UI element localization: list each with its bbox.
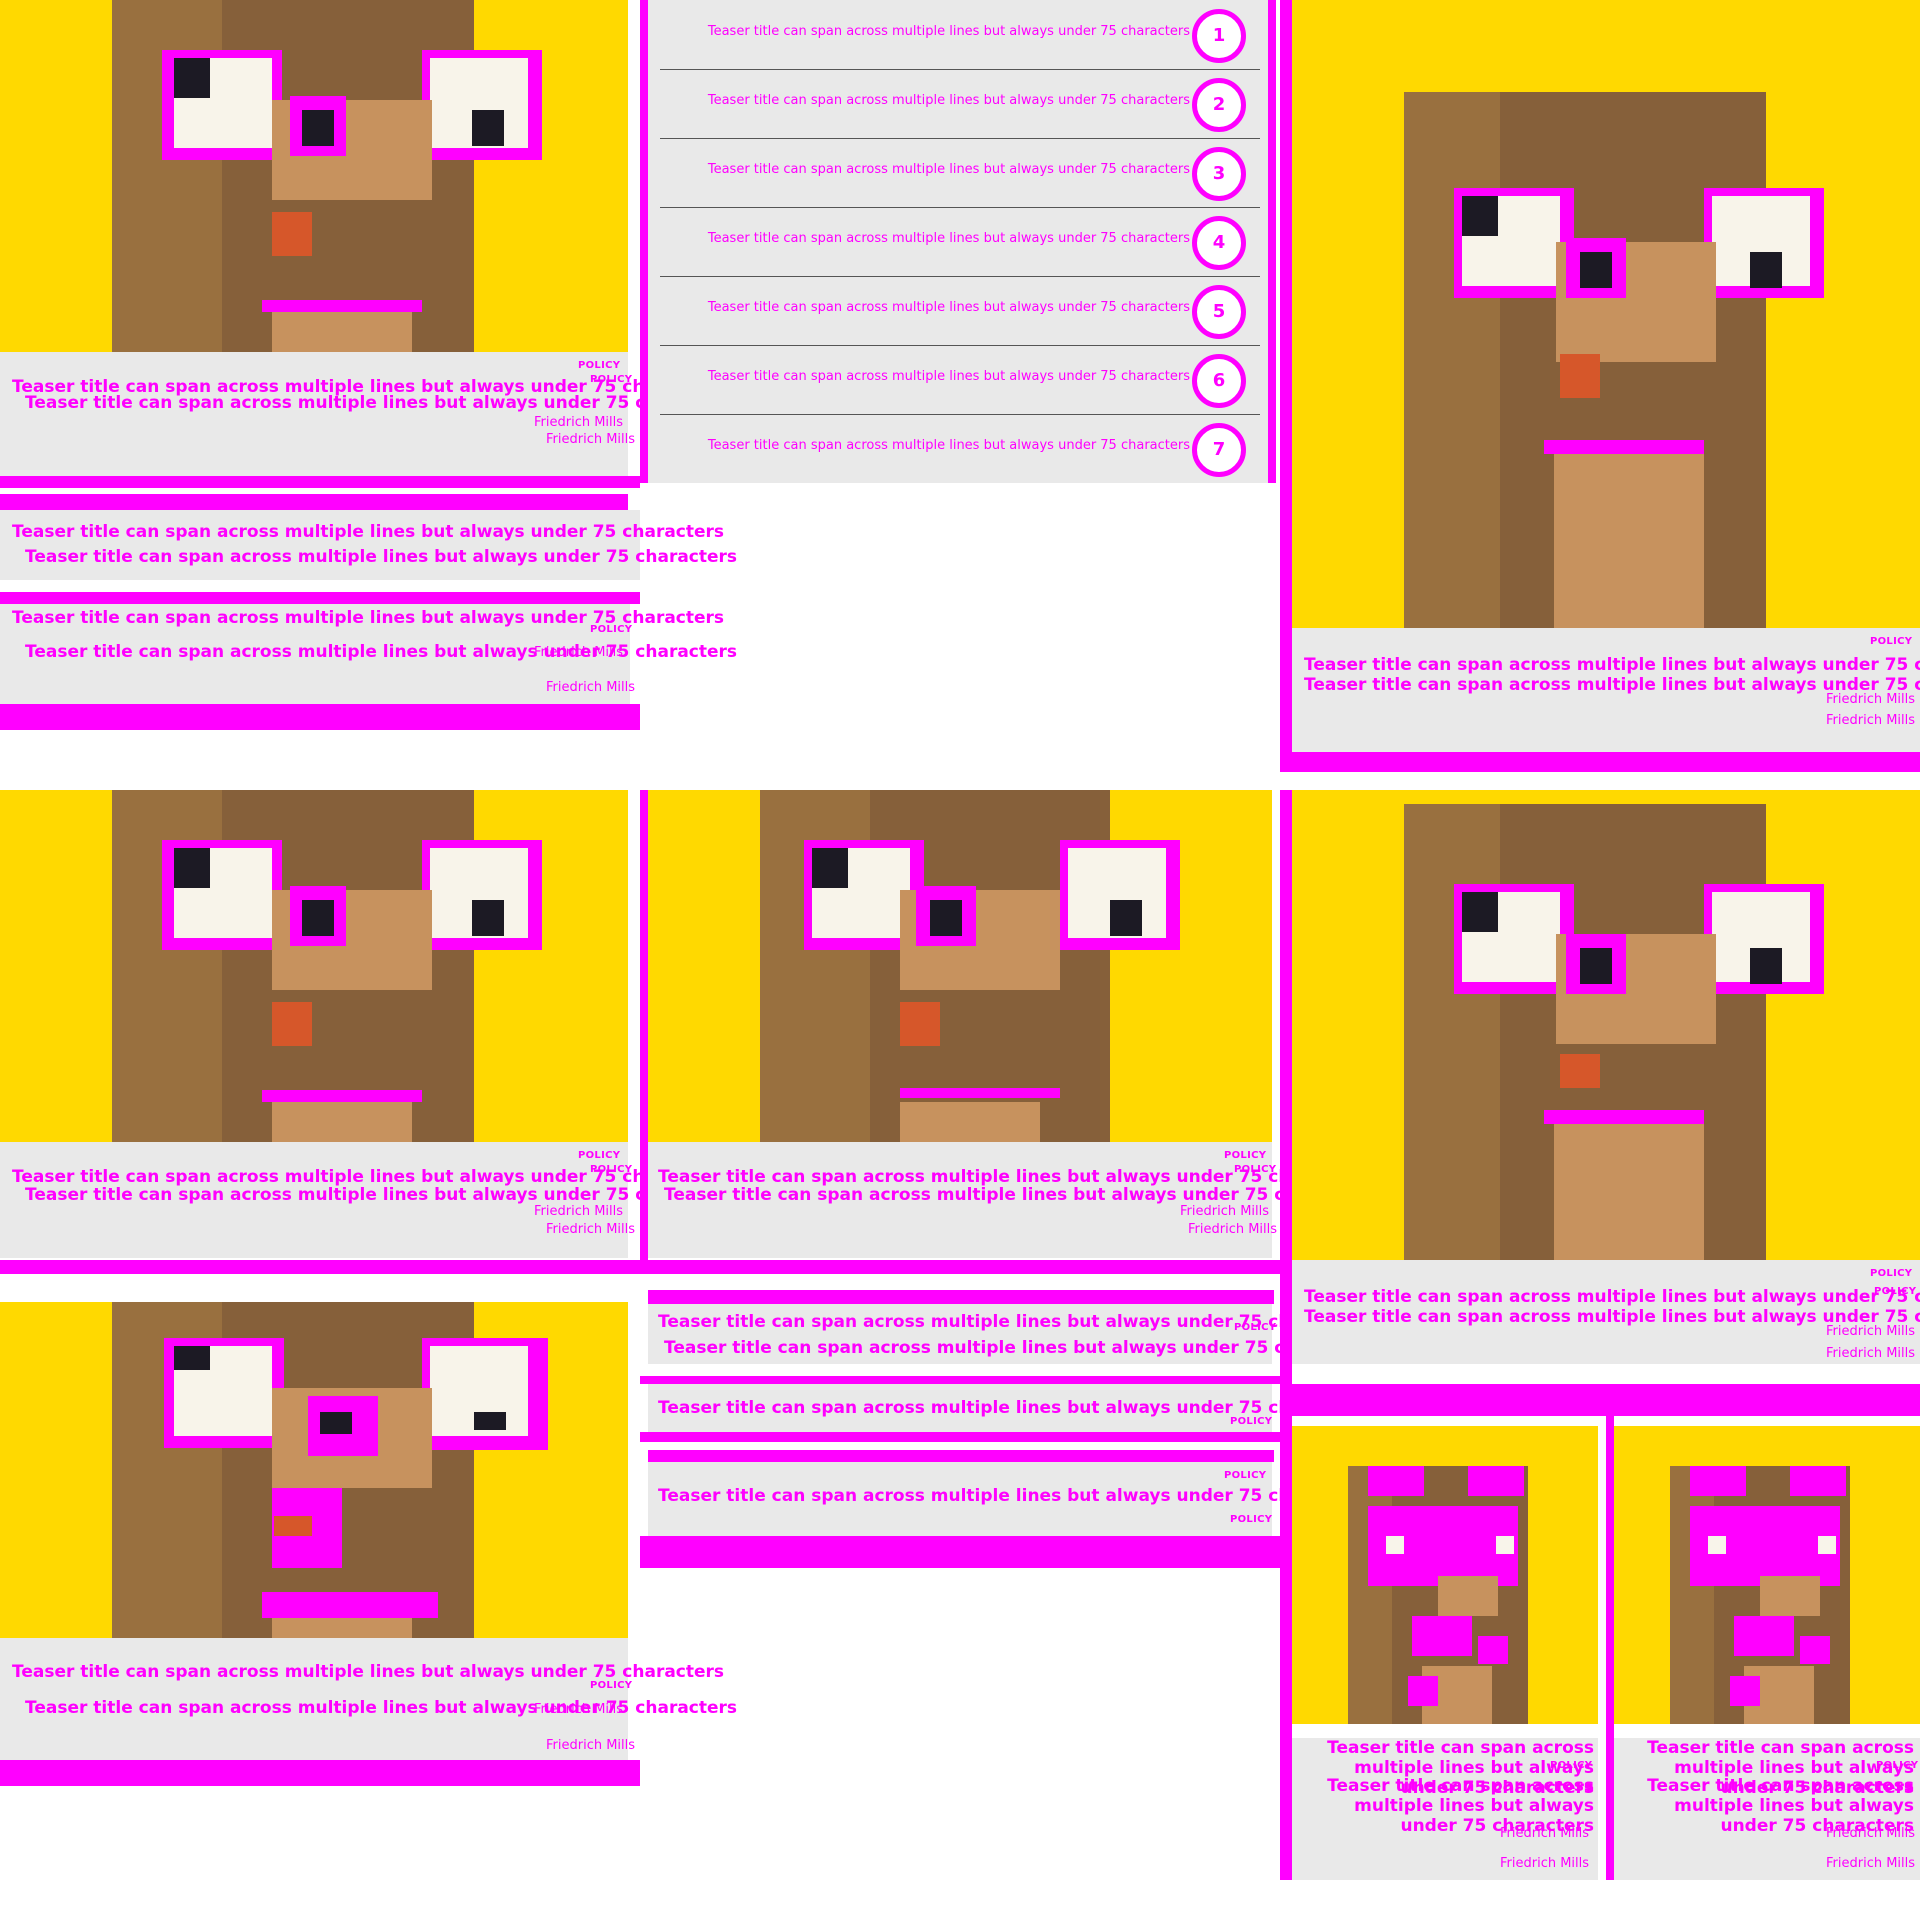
- kicker-label[interactable]: POLICY: [578, 360, 620, 372]
- list-item-number: 3: [1192, 147, 1246, 201]
- teaser-title[interactable]: Teaser title can span across multiple li…: [25, 1698, 737, 1718]
- list-item[interactable]: Teaser title can span across multiple li…: [660, 138, 1260, 208]
- teaser-title[interactable]: Teaser title can span across multiple li…: [25, 547, 737, 567]
- most-read-list: Teaser title can span across multiple li…: [648, 0, 1276, 483]
- teaser-card[interactable]: POLICY Teaser title can span across mult…: [640, 1450, 1370, 1570]
- teaser-card[interactable]: POLICY POLICY Teaser title can span acro…: [0, 0, 737, 488]
- kicker-label[interactable]: POLICY: [590, 1680, 632, 1692]
- teaser-card[interactable]: POLICY POLICY Teaser title can span acro…: [640, 790, 1376, 1274]
- teaser-title[interactable]: Teaser title can span across multiple li…: [658, 1167, 1370, 1187]
- teaser-title[interactable]: Teaser title can span across multiple li…: [12, 1167, 724, 1187]
- list-item-number: 5: [1192, 285, 1246, 339]
- teaser-title[interactable]: Teaser title can span across multiple li…: [25, 1185, 737, 1205]
- teaser-image: [1614, 1426, 1920, 1724]
- kicker-label[interactable]: POLICY: [1870, 636, 1912, 648]
- teaser-title[interactable]: Teaser title can span across multiple li…: [1304, 1287, 1920, 1307]
- teaser-title[interactable]: Teaser title can span across multiple li…: [25, 393, 737, 413]
- teaser-image: [0, 0, 628, 352]
- teaser-title[interactable]: Teaser title can span across multiple li…: [12, 1662, 724, 1682]
- list-item-title[interactable]: Teaser title can span across multiple li…: [708, 162, 1190, 178]
- teaser-title[interactable]: Teaser title can span across multiple li…: [664, 1338, 1376, 1358]
- teaser-card[interactable]: Teaser title can span across multiple li…: [640, 1376, 1370, 1442]
- list-item[interactable]: Teaser title can span across multiple li…: [660, 207, 1260, 277]
- author-name[interactable]: Friedrich Mills: [534, 415, 623, 430]
- teaser-image: [1292, 0, 1920, 628]
- list-item-title[interactable]: Teaser title can span across multiple li…: [708, 300, 1190, 316]
- kicker-label[interactable]: POLICY: [1224, 1470, 1266, 1482]
- author-name[interactable]: Friedrich Mills: [1826, 1856, 1915, 1871]
- kicker-label[interactable]: POLICY: [1230, 1416, 1272, 1428]
- kicker-label[interactable]: POLICY: [1224, 1294, 1266, 1306]
- list-item-title[interactable]: Teaser title can span across multiple li…: [708, 231, 1190, 247]
- kicker-label[interactable]: POLICY: [1234, 1322, 1276, 1334]
- list-item-number: 2: [1192, 78, 1246, 132]
- teaser-image: [0, 1302, 628, 1638]
- teaser-title[interactable]: Teaser title can span across multiple li…: [664, 1185, 1376, 1205]
- kicker-label[interactable]: POLICY: [578, 1150, 620, 1162]
- teaser-card[interactable]: POLICY Teaser title can span across mult…: [0, 494, 737, 586]
- kicker-label[interactable]: POLICY: [590, 624, 632, 636]
- teaser-card[interactable]: POLICY Teaser title can span across mult…: [1280, 0, 1920, 772]
- teaser-title[interactable]: Teaser title can span across multiple li…: [658, 1398, 1370, 1418]
- author-name[interactable]: Friedrich Mills: [546, 432, 635, 447]
- list-item[interactable]: Teaser title can span across multiple li…: [660, 0, 1260, 70]
- list-item-title[interactable]: Teaser title can span across multiple li…: [708, 93, 1190, 109]
- author-name[interactable]: Friedrich Mills: [534, 645, 623, 660]
- author-name[interactable]: Friedrich Mills: [1826, 1324, 1915, 1339]
- author-name[interactable]: Friedrich Mills: [534, 1702, 623, 1717]
- author-name[interactable]: Friedrich Mills: [546, 680, 635, 695]
- list-item-title[interactable]: Teaser title can span across multiple li…: [708, 369, 1190, 385]
- teaser-image: [1292, 1426, 1598, 1724]
- kicker-label[interactable]: POLICY: [1230, 1514, 1272, 1526]
- author-name[interactable]: Friedrich Mills: [1826, 692, 1915, 707]
- teaser-title[interactable]: Teaser title can span across multiple li…: [1304, 655, 1920, 675]
- teaser-card[interactable]: POLICY POLICY Teaser title can span acro…: [1280, 790, 1920, 1416]
- kicker-label[interactable]: POLICY: [1224, 1150, 1266, 1162]
- list-item-number: 7: [1192, 423, 1246, 477]
- teaser-card[interactable]: Teaser title can span across multiple li…: [1606, 1410, 1920, 1880]
- list-item[interactable]: Teaser title can span across multiple li…: [660, 69, 1260, 139]
- kicker-label[interactable]: POLICY: [1550, 1760, 1592, 1772]
- teaser-image: [648, 790, 1272, 1142]
- list-item[interactable]: Teaser title can span across multiple li…: [660, 414, 1260, 483]
- list-item-number: 4: [1192, 216, 1246, 270]
- author-name[interactable]: Friedrich Mills: [1500, 1826, 1589, 1841]
- teaser-title[interactable]: Teaser title can span across multiple li…: [25, 642, 737, 662]
- author-name[interactable]: Friedrich Mills: [1826, 1826, 1915, 1841]
- teaser-image: [0, 790, 628, 1142]
- author-name[interactable]: Friedrich Mills: [1826, 1346, 1915, 1361]
- author-name[interactable]: Friedrich Mills: [1180, 1204, 1269, 1219]
- author-name[interactable]: Friedrich Mills: [1500, 1856, 1589, 1871]
- teaser-card[interactable]: Teaser title can span across multiple li…: [0, 1302, 737, 1796]
- kicker-label[interactable]: POLICY: [1870, 1268, 1912, 1280]
- author-name[interactable]: Friedrich Mills: [546, 1222, 635, 1237]
- teaser-card[interactable]: Teaser title can span across multiple li…: [0, 592, 737, 740]
- list-item-number: 6: [1192, 354, 1246, 408]
- author-name[interactable]: Friedrich Mills: [1188, 1222, 1277, 1237]
- teaser-image: [1292, 790, 1920, 1260]
- kicker-label[interactable]: POLICY: [1876, 1760, 1918, 1772]
- teaser-title[interactable]: Teaser title can span across multiple li…: [658, 1486, 1370, 1506]
- kicker-label[interactable]: POLICY: [578, 498, 620, 510]
- list-item[interactable]: Teaser title can span across multiple li…: [660, 345, 1260, 415]
- teaser-card[interactable]: POLICY POLICY Teaser title can span acro…: [0, 790, 737, 1274]
- list-item[interactable]: Teaser title can span across multiple li…: [660, 276, 1260, 346]
- teaser-title[interactable]: Teaser title can span across multiple li…: [12, 522, 724, 542]
- teaser-card[interactable]: POLICY Teaser title can span across mult…: [640, 1290, 1376, 1368]
- teaser-card[interactable]: Teaser title can span across multiple li…: [1280, 1410, 1606, 1880]
- list-item-number: 1: [1192, 9, 1246, 63]
- author-name[interactable]: Friedrich Mills: [534, 1204, 623, 1219]
- list-item-title[interactable]: Teaser title can span across multiple li…: [708, 438, 1190, 454]
- author-name[interactable]: Friedrich Mills: [546, 1738, 635, 1753]
- list-item-title[interactable]: Teaser title can span across multiple li…: [708, 24, 1190, 40]
- author-name[interactable]: Friedrich Mills: [1826, 713, 1915, 728]
